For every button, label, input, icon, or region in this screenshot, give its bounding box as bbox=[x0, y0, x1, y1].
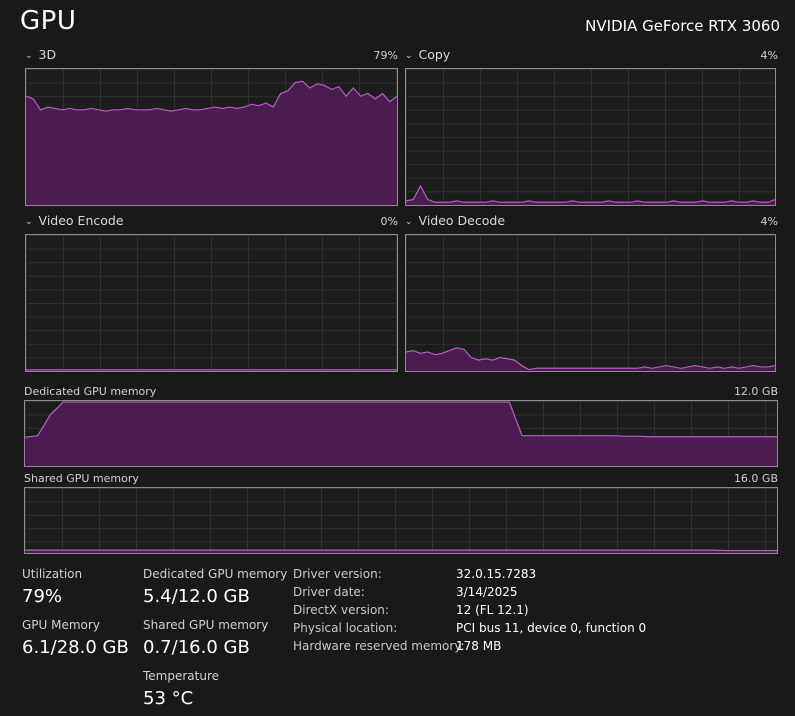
hardware-reserved-memory-label: Hardware reserved memory: bbox=[293, 639, 465, 653]
device-name: NVIDIA GeForce RTX 3060 bbox=[585, 17, 780, 35]
shared-memory-label: Shared GPU memory bbox=[143, 618, 269, 632]
utilization-label: Utilization bbox=[22, 567, 83, 581]
driver-version-value: 32.0.15.7283 bbox=[456, 567, 537, 581]
chart-svg bbox=[25, 401, 777, 466]
gpu-memory-label: GPU Memory bbox=[22, 618, 100, 632]
engine-value: 79% bbox=[373, 49, 398, 62]
engine-value: 4% bbox=[760, 215, 778, 228]
shared-memory-value: 0.7/16.0 GB bbox=[143, 637, 250, 658]
engine-label: Copy bbox=[418, 47, 451, 62]
graph-3d bbox=[25, 68, 398, 206]
chart-svg bbox=[25, 549, 777, 553]
temperature-label: Temperature bbox=[143, 669, 220, 683]
graph-video-encode bbox=[25, 234, 398, 372]
engine-selector-video-encode[interactable]: ⌄ Video Encode bbox=[25, 213, 124, 228]
chart-svg bbox=[26, 369, 397, 371]
chart-svg bbox=[406, 184, 775, 205]
engine-value: 4% bbox=[760, 49, 778, 62]
dedicated-memory-graph-label: Dedicated GPU memory bbox=[24, 385, 157, 398]
series-area bbox=[25, 402, 777, 466]
temperature-value: 53 °C bbox=[143, 688, 194, 709]
engine-label: Video Decode bbox=[418, 213, 506, 228]
hardware-reserved-memory-value: 178 MB bbox=[456, 639, 502, 653]
series-line bbox=[406, 184, 775, 203]
physical-location-value: PCI bus 11, device 0, function 0 bbox=[456, 621, 647, 635]
shared-memory-graph-label: Shared GPU memory bbox=[24, 472, 139, 485]
graph-shared-memory bbox=[24, 487, 778, 554]
directx-version-label: DirectX version: bbox=[293, 603, 389, 617]
engine-selector-copy[interactable]: ⌄ Copy bbox=[405, 47, 450, 62]
dedicated-memory-graph-max: 12.0 GB bbox=[733, 385, 778, 398]
page-title: GPU bbox=[20, 6, 77, 36]
chevron-down-icon: ⌄ bbox=[25, 51, 33, 61]
dedicated-memory-label: Dedicated GPU memory bbox=[143, 567, 288, 581]
engine-selector-video-decode[interactable]: ⌄ Video Decode bbox=[405, 213, 505, 228]
chevron-down-icon: ⌄ bbox=[405, 51, 413, 61]
graph-dedicated-memory bbox=[24, 400, 778, 467]
chart-svg bbox=[26, 80, 397, 205]
driver-date-label: Driver date: bbox=[293, 585, 365, 599]
shared-memory-graph-max: 16.0 GB bbox=[733, 472, 778, 485]
series-area bbox=[26, 81, 397, 205]
chevron-down-icon: ⌄ bbox=[405, 217, 413, 227]
gpu-memory-value: 6.1/28.0 GB bbox=[22, 637, 129, 658]
engine-label: Video Encode bbox=[38, 213, 124, 228]
engine-selector-3d[interactable]: ⌄ 3D bbox=[25, 47, 56, 62]
directx-version-value: 12 (FL 12.1) bbox=[456, 603, 529, 617]
engine-value: 0% bbox=[380, 215, 398, 228]
physical-location-label: Physical location: bbox=[293, 621, 398, 635]
dedicated-memory-value: 5.4/12.0 GB bbox=[143, 586, 250, 607]
graph-copy bbox=[405, 68, 776, 206]
driver-version-label: Driver version: bbox=[293, 567, 382, 581]
chevron-down-icon: ⌄ bbox=[25, 217, 33, 227]
driver-date-value: 3/14/2025 bbox=[456, 585, 518, 599]
chart-svg bbox=[406, 347, 775, 371]
utilization-value: 79% bbox=[22, 586, 63, 607]
graph-video-decode bbox=[405, 234, 776, 372]
engine-label: 3D bbox=[38, 47, 57, 62]
